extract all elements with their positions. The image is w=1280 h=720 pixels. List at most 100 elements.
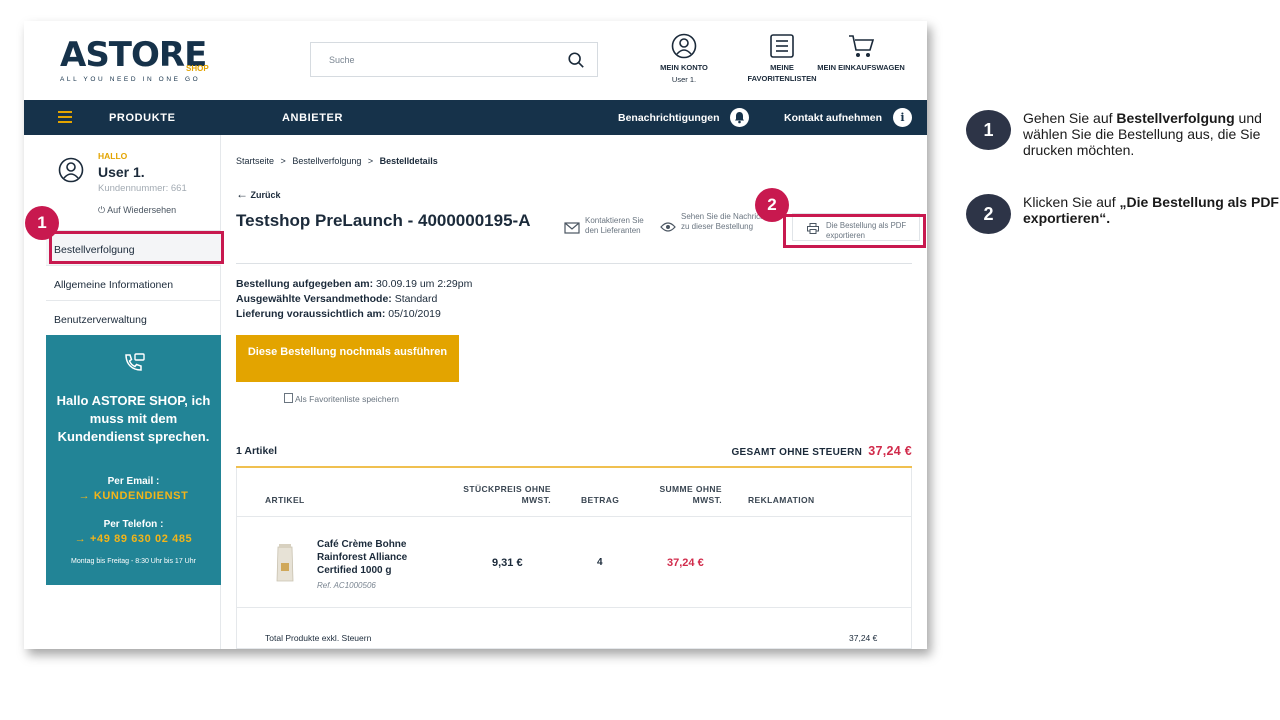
total-label: GESAMT OHNE STEUERN bbox=[731, 447, 863, 458]
breadcrumb-tracking[interactable]: Bestellverfolgung bbox=[292, 156, 361, 166]
product-name[interactable]: Café Crème Bohne Rainforest Alliance Cer… bbox=[317, 538, 427, 577]
nav-notifications[interactable]: Benachrichtigungen bbox=[618, 112, 720, 124]
order-items-table: ARTIKEL STÜCKPREIS OHNE MWST. BETRAG SUM… bbox=[236, 468, 912, 649]
breadcrumb-sep: > bbox=[280, 156, 286, 166]
search-placeholder: Suche bbox=[329, 55, 355, 65]
user-name: User 1. bbox=[98, 164, 145, 180]
user-icon bbox=[671, 33, 697, 59]
order-date: Bestellung aufgegeben am: 30.09.19 um 2:… bbox=[236, 278, 473, 290]
reorder-button[interactable]: Diese Bestellung nochmals ausführen bbox=[236, 335, 459, 382]
nav-contact[interactable]: Kontakt aufnehmen bbox=[784, 112, 882, 124]
order-details: Startseite > Bestellverfolgung > Bestell… bbox=[236, 135, 920, 649]
order-info: Bestellung aufgegeben am: 30.09.19 um 2:… bbox=[236, 277, 472, 322]
article-count: 1 Artikel bbox=[236, 445, 278, 457]
quantity: 4 bbox=[597, 557, 603, 568]
back-link[interactable]: ← Zurück bbox=[236, 187, 281, 201]
bell-icon[interactable] bbox=[730, 108, 749, 127]
th-quantity: BETRAG bbox=[581, 495, 620, 505]
breadcrumb-home[interactable]: Startseite bbox=[236, 156, 274, 166]
breadcrumb-current: Bestelldetails bbox=[379, 156, 438, 166]
logo[interactable]: ASTORE SHOP ALL YOU NEED IN ONE GO bbox=[60, 35, 210, 87]
customer-number: Kundennummer: 661 bbox=[98, 183, 187, 194]
sidebar-item-general-info[interactable]: Allgemeine Informationen bbox=[46, 265, 221, 300]
cart-icon bbox=[849, 35, 875, 57]
row-divider bbox=[237, 516, 911, 517]
nav-anbieter[interactable]: ANBIETER bbox=[282, 112, 343, 124]
th-artikel: ARTIKEL bbox=[265, 495, 305, 505]
menu-icon[interactable] bbox=[58, 111, 72, 123]
eye-icon bbox=[660, 222, 676, 232]
cart-button[interactable]: MEIN EINKAUFSWAGEN bbox=[811, 33, 911, 72]
contact-supplier-button[interactable]: Kontaktieren Sie den Lieferanten bbox=[564, 216, 654, 236]
list-icon bbox=[284, 393, 293, 403]
my-account-button[interactable]: MEIN KONTO User 1. bbox=[644, 33, 724, 84]
support-box: Hallo ASTORE SHOP, ich muss mit dem Kund… bbox=[46, 335, 221, 585]
th-sum: SUMME OHNE MWST. bbox=[659, 484, 722, 505]
account-sidebar: HALLO User 1. Kundennummer: 661 ⏻ Auf Wi… bbox=[46, 135, 221, 649]
support-email-value: KUNDENDIENST bbox=[93, 490, 189, 502]
account-user: User 1. bbox=[671, 75, 697, 84]
arrow-left-icon: ← bbox=[236, 187, 248, 201]
breadcrumb: Startseite > Bestellverfolgung > Bestell… bbox=[236, 156, 438, 166]
th-unit-price: STÜCKPREIS OHNE MWST. bbox=[463, 484, 551, 505]
page-title: Testshop PreLaunch - 4000000195-A bbox=[236, 211, 531, 230]
site-header: ASTORE SHOP ALL YOU NEED IN ONE GO Suche… bbox=[24, 21, 927, 100]
email-label: Per Email : bbox=[107, 476, 160, 487]
unit-price: 9,31 € bbox=[492, 557, 523, 569]
th-claim: REKLAMATION bbox=[748, 495, 815, 505]
line-sum: 37,24 € bbox=[667, 557, 704, 569]
arrow-right-icon: → bbox=[74, 533, 87, 545]
logo-shop: SHOP bbox=[186, 64, 209, 73]
order-total: GESAMT OHNE STEUERN 37,24 € bbox=[731, 444, 912, 458]
support-text: Hallo ASTORE SHOP, ich muss mit dem Kund… bbox=[56, 393, 211, 444]
delivery-date: Lieferung voraussichtlich am: 05/10/2019 bbox=[236, 308, 441, 320]
support-email-link[interactable]: → KUNDENDIENST bbox=[46, 490, 221, 502]
logout-link[interactable]: ⏻ Auf Wiedersehen bbox=[98, 205, 176, 216]
step-number: 2 bbox=[966, 194, 1011, 234]
highlight-export-pdf bbox=[783, 214, 926, 248]
search-icon[interactable] bbox=[567, 51, 585, 69]
total-amount: 37,24 € bbox=[868, 444, 912, 458]
sidebar-item-user-management[interactable]: Benutzerverwaltung bbox=[46, 300, 221, 335]
row-divider bbox=[237, 607, 911, 608]
shipping-method: Ausgewählte Versandmethode: Standard bbox=[236, 293, 438, 305]
breadcrumb-sep: > bbox=[367, 156, 374, 166]
cart-label: MEIN EINKAUFSWAGEN bbox=[817, 63, 905, 72]
support-phone-link[interactable]: → +49 89 630 02 485 bbox=[46, 533, 221, 545]
support-hours: Montag bis Freitag - 8:30 Uhr bis 17 Uhr bbox=[71, 558, 196, 565]
list-icon bbox=[770, 34, 794, 58]
step-text: Klicken Sie auf „Die Bestellung als PDF … bbox=[1023, 194, 1279, 226]
divider bbox=[236, 263, 912, 264]
browser-screenshot: ASTORE SHOP ALL YOU NEED IN ONE GO Suche… bbox=[24, 21, 927, 649]
support-phone-value: +49 89 630 02 485 bbox=[90, 533, 193, 545]
info-icon[interactable]: i bbox=[893, 108, 912, 127]
total-products-label: Total Produkte exkl. Steuern bbox=[265, 633, 372, 643]
contact-supplier-label: Kontaktieren Sie den Lieferanten bbox=[585, 216, 644, 235]
logo-text: ASTORE bbox=[60, 35, 207, 75]
nav-produkte[interactable]: PRODUKTE bbox=[109, 112, 176, 124]
account-label: MEIN KONTO bbox=[660, 63, 708, 72]
greeting-label: HALLO bbox=[98, 151, 128, 161]
step-text: Gehen Sie auf Bestellverfolgung und wähl… bbox=[1023, 110, 1262, 158]
main-nav: PRODUKTE ANBIETER Benachrichtigungen Kon… bbox=[24, 100, 927, 135]
annotation-badge-1: 1 bbox=[25, 206, 59, 240]
product-ref: Ref. AC1000506 bbox=[317, 581, 376, 590]
logo-tagline: ALL YOU NEED IN ONE GO bbox=[60, 76, 201, 83]
power-icon: ⏻ bbox=[98, 205, 106, 215]
arrow-right-icon: → bbox=[78, 490, 91, 502]
favorites-label-2: FAVORITENLISTEN bbox=[747, 74, 817, 83]
annotation-badge-2: 2 bbox=[755, 188, 789, 222]
mail-icon bbox=[564, 222, 580, 234]
total-products-value: 37,24 € bbox=[849, 633, 878, 643]
save-favorites-link[interactable]: Als Favoritenliste speichern bbox=[284, 393, 399, 404]
product-image[interactable] bbox=[275, 543, 295, 583]
back-label: Zurück bbox=[250, 190, 281, 200]
phone-chat-icon bbox=[125, 353, 145, 371]
phone-label: Per Telefon : bbox=[103, 519, 164, 530]
step-number: 1 bbox=[966, 110, 1011, 150]
user-icon bbox=[58, 157, 84, 183]
highlight-order-tracking bbox=[49, 231, 224, 264]
logout-label: Auf Wiedersehen bbox=[107, 205, 177, 215]
save-favorites-label: Als Favoritenliste speichern bbox=[295, 394, 399, 404]
search-input[interactable]: Suche bbox=[310, 42, 598, 77]
